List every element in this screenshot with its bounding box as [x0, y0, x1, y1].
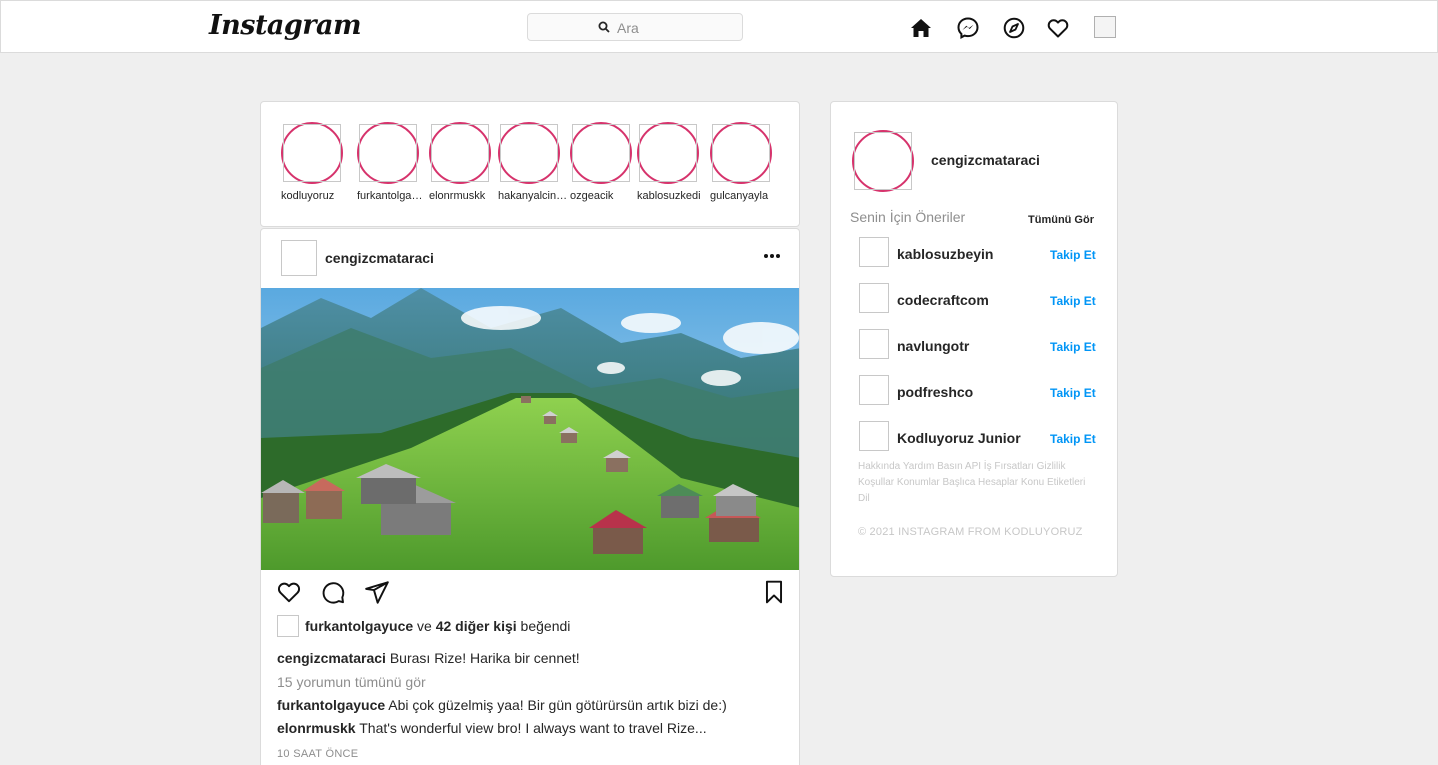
story-username: gulcanyayla	[710, 190, 769, 202]
story-avatar	[500, 124, 558, 182]
caption-username[interactable]: cengizcmataraci	[277, 650, 386, 666]
suggestion-item: kablosuzbeyin Takip Et	[859, 237, 1109, 269]
story-username: ozgeacik	[570, 190, 614, 202]
liker-username[interactable]: furkantolgayuce	[305, 618, 413, 634]
story-avatar	[572, 124, 630, 182]
likes-suffix: beğendi	[520, 618, 571, 634]
story-avatar	[359, 124, 417, 182]
story-username: kodluyoruz	[281, 190, 335, 202]
comment-text: Abi çok güzelmiş yaa! Bir gün götürürsün…	[388, 697, 727, 713]
post-timestamp: 10 SAAT ÖNCE	[277, 748, 359, 760]
comment-text: That's wonderful view bro! I always want…	[359, 720, 707, 736]
story-avatar	[431, 124, 489, 182]
comment-username[interactable]: furkantolgayuce	[277, 697, 385, 713]
suggestion-avatar[interactable]	[859, 237, 889, 267]
search-input[interactable]: Ara	[527, 13, 743, 41]
see-all-link[interactable]: Tümünü Gör	[1028, 214, 1094, 226]
story-item[interactable]: hakanyalcinkaya	[498, 122, 578, 222]
liker-avatar[interactable]	[277, 615, 299, 637]
copyright: © 2021 INSTAGRAM FROM KODLUYORUZ	[858, 526, 1083, 538]
story-username: hakanyalcinkaya	[498, 190, 568, 202]
likes-summary: furkantolgayuce ve 42 diğer kişi beğendi	[305, 618, 570, 634]
home-icon[interactable]	[909, 16, 933, 40]
story-avatar	[639, 124, 697, 182]
search-placeholder: Ara	[617, 20, 639, 36]
suggestion-item: podfreshco Takip Et	[859, 375, 1109, 407]
bookmark-icon[interactable]	[761, 579, 787, 605]
likes-connector: ve	[417, 618, 432, 634]
instagram-logo[interactable]: Instagram	[209, 10, 362, 41]
explore-icon[interactable]	[1002, 16, 1026, 40]
comment-username[interactable]: elonrmuskk	[277, 720, 356, 736]
suggestion-avatar[interactable]	[859, 421, 889, 451]
story-item[interactable]: elonrmuskk	[429, 122, 509, 222]
profile-avatar[interactable]	[1094, 16, 1116, 38]
footer-links[interactable]: Hakkında Yardım Basın API İş Fırsatları …	[858, 459, 1098, 507]
share-icon[interactable]	[364, 579, 390, 605]
suggestion-username[interactable]: codecraftcom	[897, 292, 989, 308]
suggestion-item: navlungotr Takip Et	[859, 329, 1109, 361]
like-icon[interactable]	[276, 579, 302, 605]
story-avatar	[283, 124, 341, 182]
suggestion-avatar[interactable]	[859, 283, 889, 313]
more-icon[interactable]	[763, 253, 781, 259]
top-navigation-bar: Instagram Ara	[0, 0, 1438, 53]
suggestion-avatar[interactable]	[859, 375, 889, 405]
story-item[interactable]: gulcanyayla	[710, 122, 790, 222]
suggestions-sidebar: cengizcmataraci Senin İçin Öneriler Tümü…	[830, 101, 1118, 577]
comment-icon[interactable]	[320, 579, 346, 605]
suggestion-item: codecraftcom Takip Et	[859, 283, 1109, 315]
suggestion-avatar[interactable]	[859, 329, 889, 359]
likes-others[interactable]: 42 diğer kişi	[436, 618, 517, 634]
suggestion-username[interactable]: Kodluyoruz Junior	[897, 430, 1021, 446]
suggestions-title: Senin İçin Öneriler	[850, 209, 966, 225]
follow-button[interactable]: Takip Et	[1050, 248, 1096, 262]
follow-button[interactable]: Takip Et	[1050, 432, 1096, 446]
suggestion-item: Kodluyoruz Junior Takip Et	[859, 421, 1109, 453]
post-author-avatar[interactable]	[281, 240, 317, 276]
follow-button[interactable]: Takip Et	[1050, 294, 1096, 308]
stories-bar: kodluyoruz furkantolgayuce elonrmuskk ha…	[260, 101, 800, 227]
story-username: kablosuzkedi	[637, 190, 701, 202]
story-item[interactable]: kablosuzkedi	[637, 122, 717, 222]
suggestion-username[interactable]: kablosuzbeyin	[897, 246, 993, 262]
messenger-icon[interactable]	[956, 16, 980, 40]
heart-icon[interactable]	[1046, 16, 1070, 40]
suggestion-username[interactable]: navlungotr	[897, 338, 969, 354]
comment-item: elonrmuskk That's wonderful view bro! I …	[277, 720, 707, 736]
profile-avatar-large[interactable]	[854, 132, 912, 190]
search-icon	[598, 21, 610, 33]
suggestion-username[interactable]: podfreshco	[897, 384, 973, 400]
caption-text: Burası Rize! Harika bir cennet!	[389, 650, 580, 666]
story-username: furkantolgayuce	[357, 190, 425, 202]
follow-button[interactable]: Takip Et	[1050, 386, 1096, 400]
profile-username[interactable]: cengizcmataraci	[931, 152, 1040, 168]
story-item[interactable]: furkantolgayuce	[357, 122, 437, 222]
comment-item: furkantolgayuce Abi çok güzelmiş yaa! Bi…	[277, 697, 727, 713]
follow-button[interactable]: Takip Et	[1050, 340, 1096, 354]
view-all-comments-link[interactable]: 15 yorumun tümünü gör	[277, 674, 426, 690]
post-image[interactable]	[261, 288, 800, 570]
post-caption: cengizcmataraci Burası Rize! Harika bir …	[277, 650, 580, 666]
feed-post: cengizcmataraci furkantolgayuce ve 42 di…	[260, 228, 800, 765]
story-item[interactable]: kodluyoruz	[281, 122, 361, 222]
story-avatar	[712, 124, 770, 182]
story-username: elonrmuskk	[429, 190, 486, 202]
post-author-name[interactable]: cengizcmataraci	[325, 250, 434, 266]
